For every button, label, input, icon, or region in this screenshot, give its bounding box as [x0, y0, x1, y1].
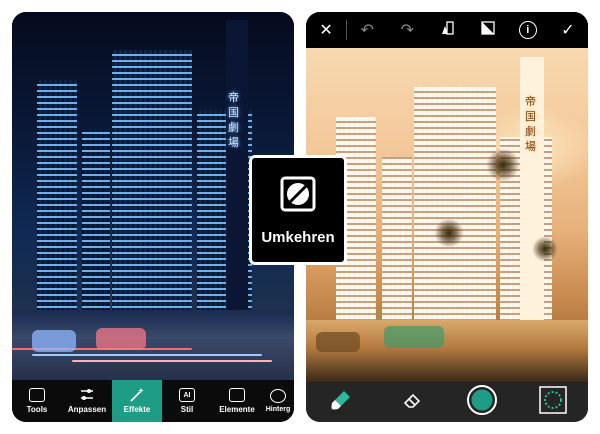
building — [414, 87, 496, 327]
inverted-light — [486, 148, 520, 182]
check-icon: ✓ — [561, 22, 575, 39]
toolbar-item-elemente[interactable]: Elemente — [212, 380, 262, 422]
brush-size-button[interactable] — [464, 384, 500, 420]
compare-button[interactable] — [427, 12, 467, 48]
sign-char: 国 — [525, 110, 536, 123]
invert-label: Umkehren — [261, 229, 335, 246]
toolbar-item-anpassen[interactable]: Anpassen — [62, 380, 112, 422]
close-button[interactable]: ✕ — [306, 12, 346, 48]
eraser-mask-icon — [480, 20, 496, 41]
theater-sign: 帝 国 劇 場 — [228, 90, 239, 150]
undo-button[interactable]: ↶ — [347, 12, 387, 48]
inverted-light — [434, 218, 464, 248]
sign-char: 場 — [228, 136, 239, 149]
sign-char: 劇 — [228, 121, 239, 134]
apply-button[interactable]: ✓ — [548, 12, 588, 48]
toolbar-item-hintergrund[interactable]: Hinterg — [262, 380, 294, 422]
building — [82, 130, 110, 320]
sticker-icon — [229, 388, 245, 402]
brush-toolbar — [306, 382, 588, 422]
building — [226, 20, 248, 320]
edited-photo-panel: ✕ ↶ ↷ i ✓ 帝 国 劇 場 — [306, 12, 588, 422]
car — [32, 330, 76, 352]
ai-icon: AI — [179, 388, 195, 402]
sign-char: 帝 — [525, 95, 536, 108]
toolbar-item-label: Hinterg — [265, 406, 291, 413]
image-tools-icon — [29, 388, 45, 402]
invert-feature-card: Umkehren — [249, 155, 347, 265]
magic-wand-icon — [129, 388, 145, 402]
sign-char: 帝 — [228, 91, 239, 104]
car — [96, 328, 146, 350]
ai-icon-text: AI — [183, 391, 191, 399]
toolbar-item-effekte[interactable]: Effekte — [112, 380, 162, 422]
toolbar-item-label: Tools — [26, 405, 48, 414]
building — [382, 157, 412, 327]
redo-button[interactable]: ↷ — [387, 12, 427, 48]
top-toolbar: ✕ ↶ ↷ i ✓ — [306, 12, 588, 48]
car — [384, 326, 444, 348]
brush-icon — [330, 389, 352, 416]
brush-button[interactable] — [323, 384, 359, 420]
sign-char: 劇 — [525, 125, 536, 138]
background-icon — [270, 389, 286, 403]
bottom-toolbar: Tools Anpassen Effekte AI Stil Elemente — [12, 380, 294, 422]
invert-icon — [278, 174, 318, 219]
car — [316, 332, 360, 352]
mask-button[interactable] — [468, 12, 508, 48]
toolbar-item-label: Stil — [180, 405, 194, 414]
sliders-icon — [79, 388, 95, 402]
undo-icon: ↶ — [360, 22, 374, 39]
toolbar-item-stil[interactable]: AI Stil — [162, 380, 212, 422]
redo-icon: ↷ — [400, 22, 415, 39]
toolbar-item-label: Effekte — [123, 405, 151, 414]
light-streak — [72, 360, 272, 362]
selection-button[interactable] — [535, 384, 571, 420]
sign-char: 国 — [228, 106, 239, 119]
close-icon: ✕ — [319, 22, 333, 39]
toolbar-item-tools[interactable]: Tools — [12, 380, 62, 422]
toolbar-item-label: Anpassen — [67, 405, 107, 414]
compare-icon — [439, 20, 455, 41]
info-glyph: i — [526, 24, 530, 36]
inverted-city-photo: 帝 国 劇 場 — [306, 48, 588, 382]
selection-icon — [539, 385, 567, 419]
light-streak — [32, 354, 262, 356]
building — [112, 50, 192, 320]
eraser-button[interactable] — [394, 384, 430, 420]
brush-size-icon — [466, 384, 498, 421]
toolbar-item-label: Elemente — [219, 405, 255, 414]
eraser-icon — [402, 390, 422, 415]
info-icon: i — [518, 21, 537, 39]
building — [37, 80, 77, 320]
info-button[interactable]: i — [508, 12, 548, 48]
theater-sign: 帝 国 劇 場 — [525, 94, 536, 154]
sign-char: 場 — [525, 140, 536, 153]
inverted-light — [532, 236, 558, 262]
